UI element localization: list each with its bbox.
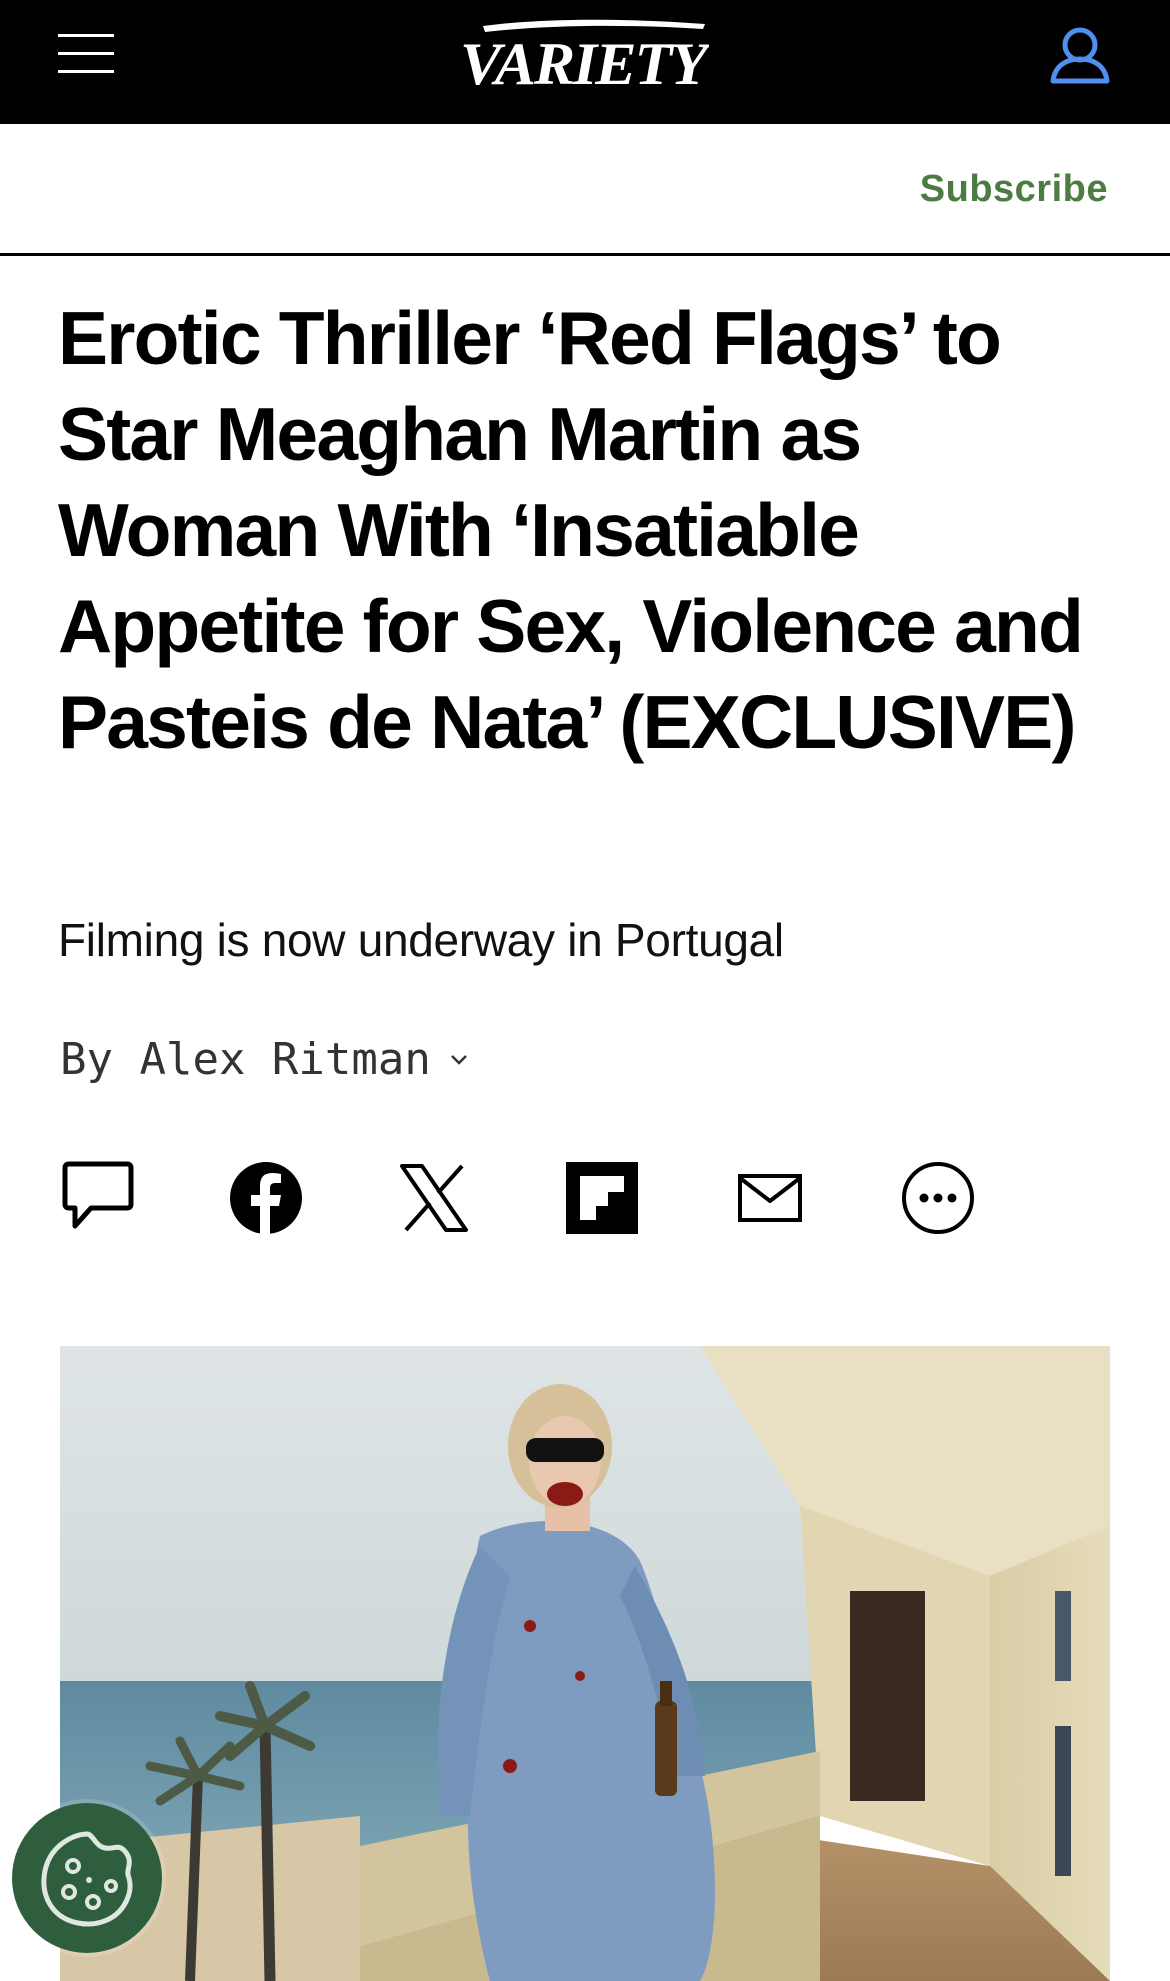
article-headline: Erotic Thriller ‘Red Flags’ to Star Meag… xyxy=(58,296,1084,764)
side-window-1 xyxy=(1055,1591,1071,1681)
flipboard-share-button[interactable] xyxy=(562,1158,642,1238)
hamburger-menu-icon xyxy=(58,70,114,73)
email-icon xyxy=(738,1174,802,1222)
comment-button[interactable] xyxy=(58,1158,138,1238)
subscribe-link[interactable]: Subscribe xyxy=(920,168,1108,211)
more-options-icon xyxy=(902,1162,974,1234)
byline[interactable]: By Alex Ritman xyxy=(60,1030,469,1090)
byline-author: By Alex Ritman xyxy=(60,1034,431,1085)
logo-text: VARIETY xyxy=(460,31,709,96)
chevron-down-icon xyxy=(450,1055,467,1065)
x-share-button[interactable] xyxy=(394,1158,474,1238)
share-toolbar xyxy=(58,1158,978,1238)
facebook-share-button[interactable] xyxy=(226,1158,306,1238)
top-nav-bar: VARIETY xyxy=(0,0,1170,124)
x-icon xyxy=(400,1164,468,1232)
email-share-button[interactable] xyxy=(730,1158,810,1238)
cookie-icon xyxy=(41,1831,133,1927)
article-lead-image[interactable] xyxy=(60,1346,1110,1981)
article-dek: Filming is now underway in Portugal xyxy=(58,914,784,966)
corridor-door xyxy=(850,1591,925,1801)
variety-logo[interactable]: VARIETY xyxy=(453,16,709,96)
flipboard-icon xyxy=(566,1162,638,1234)
side-window-2 xyxy=(1055,1726,1071,1876)
more-options-button[interactable] xyxy=(898,1158,978,1238)
facebook-icon xyxy=(230,1162,302,1236)
hamburger-menu-icon xyxy=(58,34,114,37)
subscribe-bar: Subscribe xyxy=(0,124,1170,256)
cookie-settings-button[interactable] xyxy=(12,1803,162,1953)
comment-icon xyxy=(62,1161,134,1229)
user-account-icon[interactable] xyxy=(1047,25,1113,85)
menu-button[interactable] xyxy=(58,30,116,78)
hamburger-menu-icon xyxy=(58,52,114,55)
